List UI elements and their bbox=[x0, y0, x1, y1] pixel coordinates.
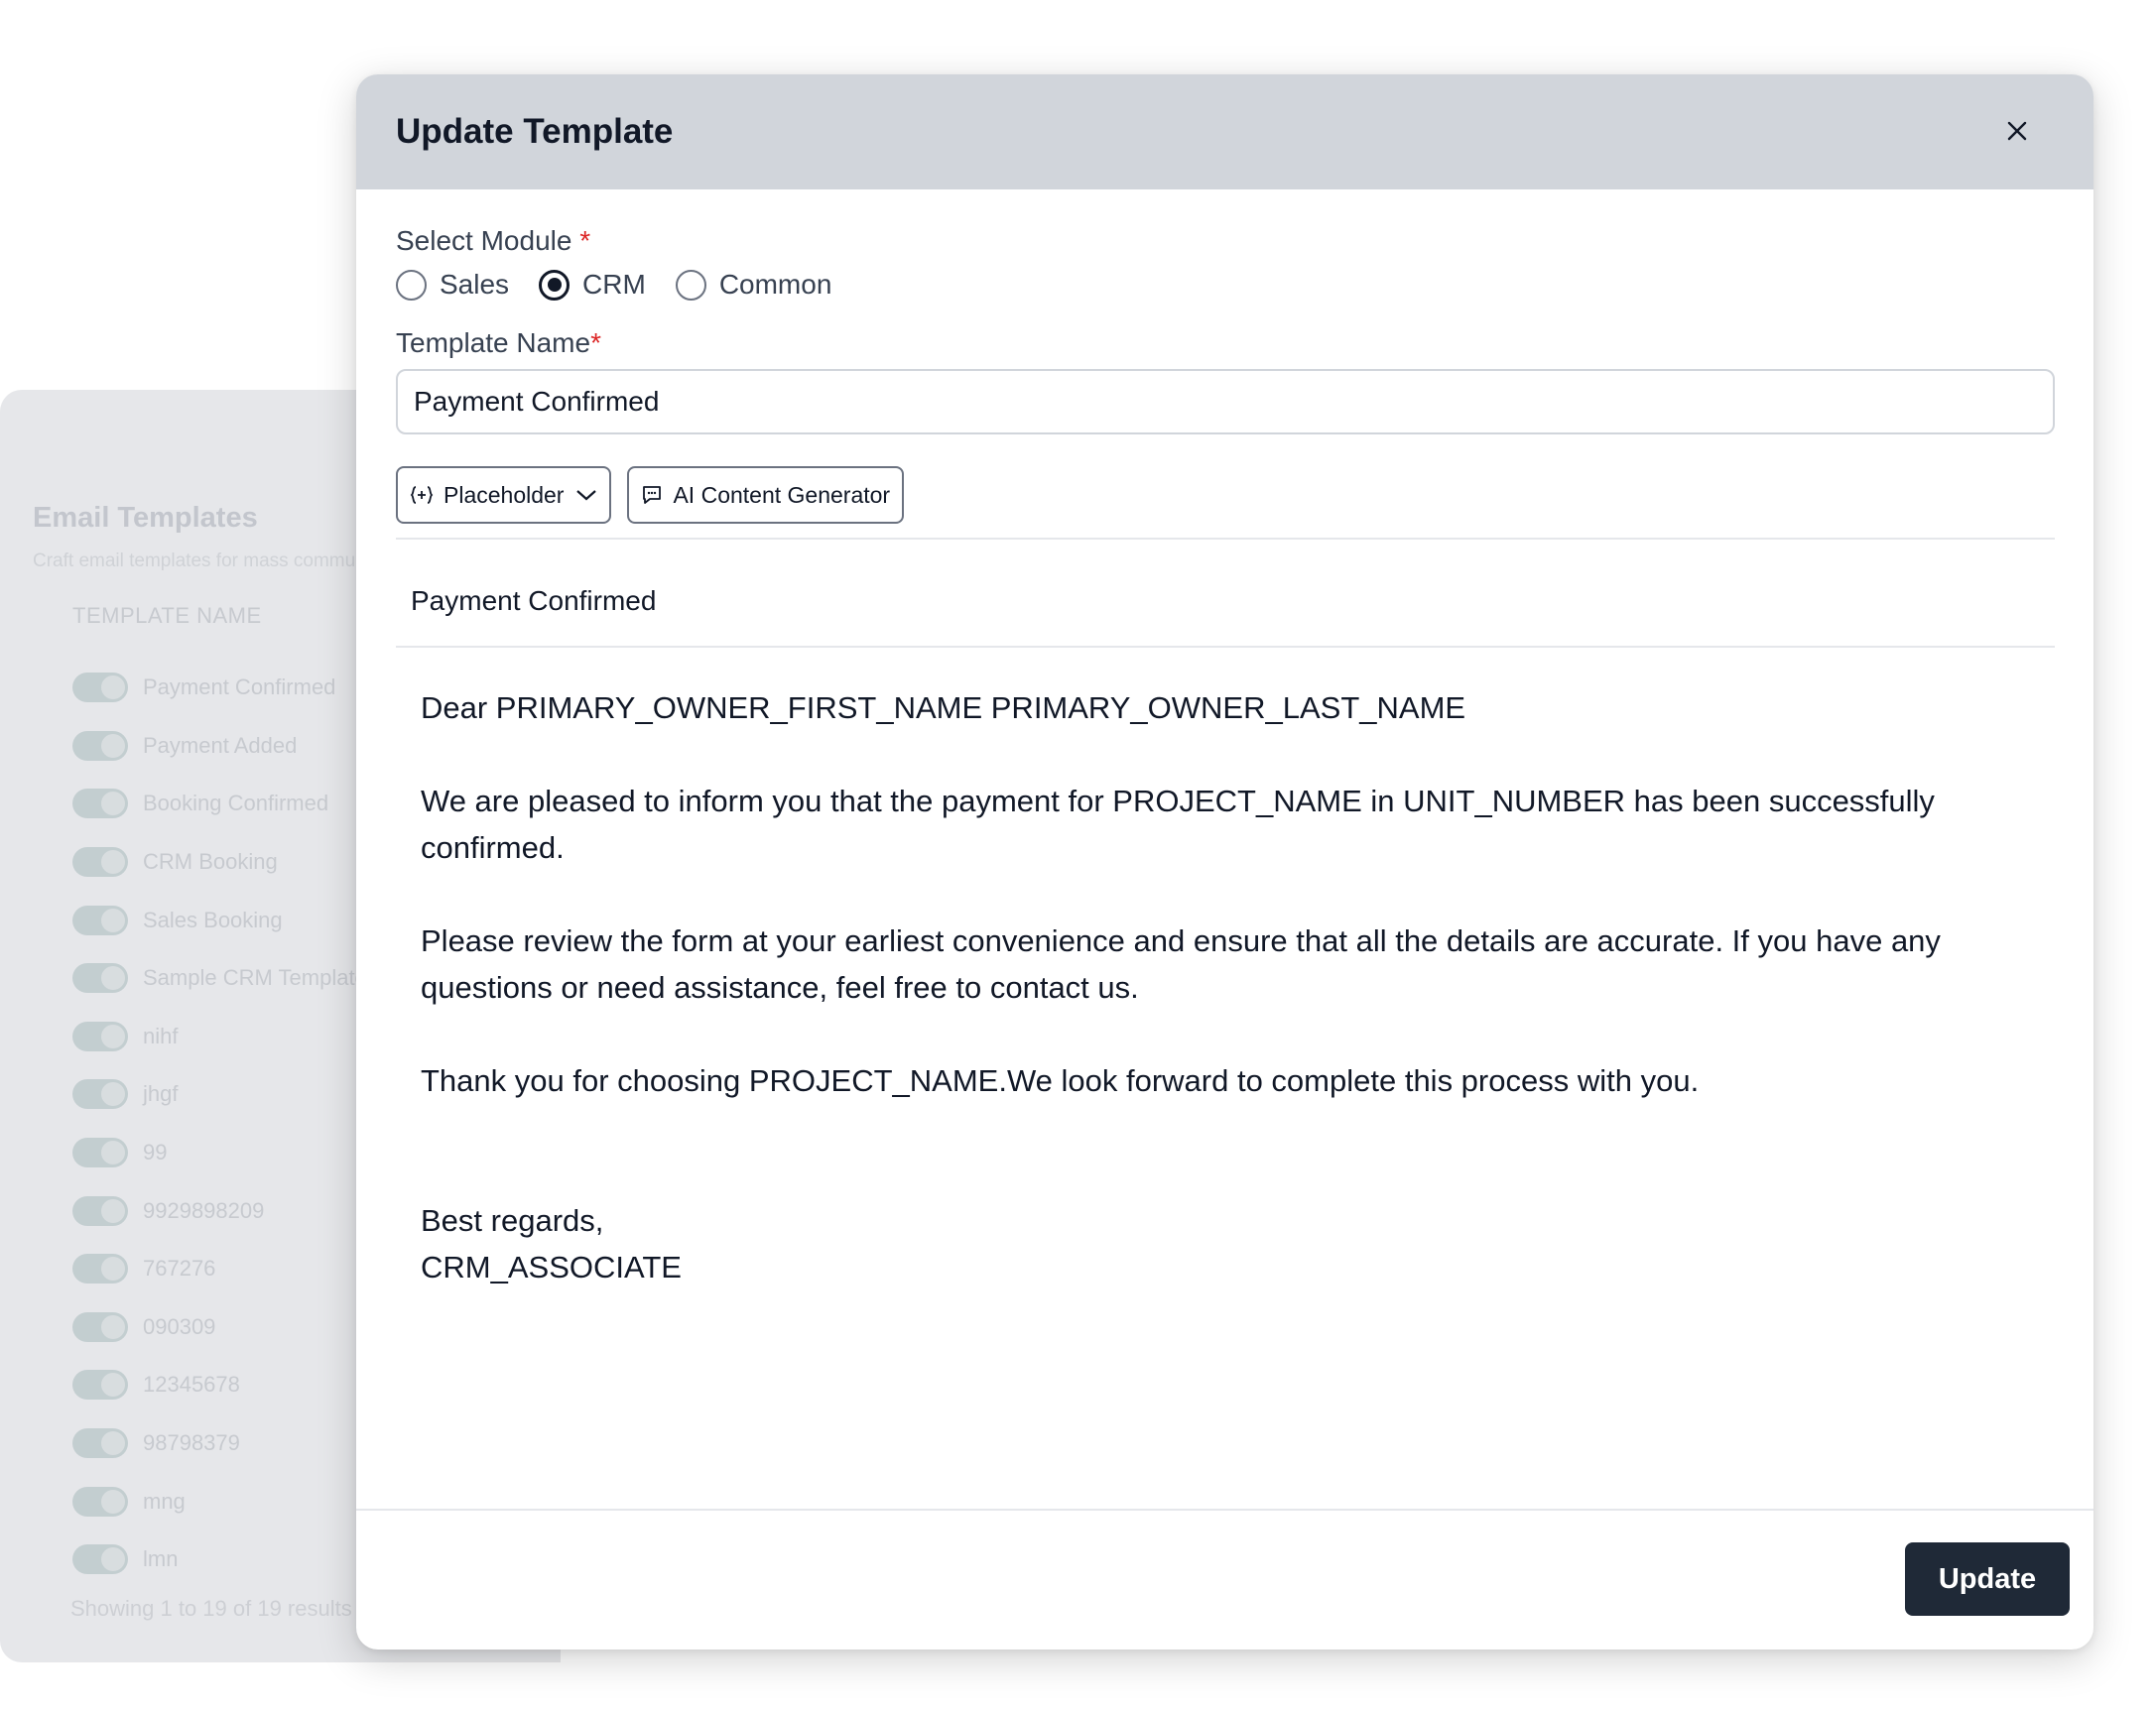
list-item-label: 9929898209 bbox=[143, 1197, 265, 1223]
chat-icon bbox=[641, 484, 663, 506]
list-item: CRM Booking bbox=[72, 833, 367, 892]
status-toggle[interactable] bbox=[72, 673, 128, 703]
body-signature: CRM_ASSOCIATE bbox=[421, 1250, 682, 1285]
list-item-label: nihf bbox=[143, 1023, 179, 1048]
radio-label: Sales bbox=[440, 269, 510, 300]
status-toggle[interactable] bbox=[72, 789, 128, 819]
footer-divider bbox=[356, 1509, 2093, 1511]
list-item: 090309 bbox=[72, 1298, 367, 1357]
list-item-label: Sales Booking bbox=[143, 907, 283, 932]
list-item-label: 767276 bbox=[143, 1256, 216, 1282]
column-header-template-name: TEMPLATE NAME bbox=[72, 603, 262, 628]
list-item-label: 99 bbox=[143, 1140, 168, 1165]
radio-button[interactable] bbox=[675, 269, 706, 301]
list-item-label: 090309 bbox=[143, 1313, 216, 1339]
list-item: Sales Booking bbox=[72, 891, 367, 949]
list-item: Sample CRM Template bbox=[72, 949, 367, 1008]
template-list: Payment Confirmed Payment Added Booking … bbox=[72, 659, 367, 1589]
status-toggle[interactable] bbox=[72, 1428, 128, 1459]
status-toggle[interactable] bbox=[72, 1138, 128, 1168]
status-toggle[interactable] bbox=[72, 1370, 128, 1401]
template-name-input[interactable]: Payment Confirmed bbox=[396, 369, 2055, 434]
body-signoff: Best regards, bbox=[421, 1203, 604, 1238]
list-item-label: jhgf bbox=[143, 1081, 179, 1107]
status-toggle[interactable] bbox=[72, 1544, 128, 1575]
status-toggle[interactable] bbox=[72, 1311, 128, 1342]
status-toggle[interactable] bbox=[72, 905, 128, 935]
update-template-modal: Update Template Select Module * Sales CR… bbox=[356, 74, 2093, 1650]
list-item: jhgf bbox=[72, 1065, 367, 1124]
modal-title: Update Template bbox=[396, 112, 674, 151]
list-item-label: Booking Confirmed bbox=[143, 791, 329, 816]
radio-label: CRM bbox=[582, 269, 646, 300]
update-button[interactable]: Update bbox=[1905, 1542, 2070, 1616]
radio-label: Common bbox=[718, 269, 832, 300]
list-item: Payment Added bbox=[72, 717, 367, 776]
pagination-summary: Showing 1 to 19 of 19 results bbox=[70, 1596, 352, 1621]
body-paragraph-3: Thank you for choosing PROJECT_NAME.We l… bbox=[421, 1063, 1700, 1098]
template-name-label: Template Name* bbox=[396, 327, 601, 359]
modal-header: Update Template bbox=[356, 74, 2093, 189]
divider bbox=[396, 646, 2055, 648]
list-item: 99 bbox=[72, 1124, 367, 1182]
list-item-label: mng bbox=[143, 1488, 186, 1514]
list-item: mng bbox=[72, 1472, 367, 1530]
placeholder-icon bbox=[410, 484, 434, 506]
body-paragraph-1: We are pleased to inform you that the pa… bbox=[421, 784, 1935, 865]
list-item: 12345678 bbox=[72, 1356, 367, 1414]
list-item: nihf bbox=[72, 1008, 367, 1066]
ai-content-generator-label: AI Content Generator bbox=[673, 481, 891, 508]
module-option-common[interactable]: Common bbox=[675, 269, 832, 301]
list-item: 98798379 bbox=[72, 1414, 367, 1473]
status-toggle[interactable] bbox=[72, 730, 128, 761]
select-module-label: Select Module * bbox=[396, 225, 590, 257]
module-radio-group: Sales CRM Common bbox=[396, 269, 861, 301]
module-option-crm[interactable]: CRM bbox=[539, 269, 646, 301]
radio-button-selected[interactable] bbox=[539, 269, 571, 301]
status-toggle[interactable] bbox=[72, 1021, 128, 1051]
placeholder-label: Placeholder bbox=[444, 481, 565, 508]
editor-toolbar: Placeholder AI Content Generator bbox=[396, 466, 920, 524]
body-greeting: Dear PRIMARY_OWNER_FIRST_NAME PRIMARY_OW… bbox=[421, 690, 1466, 725]
required-mark: * bbox=[579, 225, 591, 256]
list-item-label: Payment Confirmed bbox=[143, 674, 336, 700]
list-item-label: Sample CRM Template bbox=[143, 965, 367, 991]
close-button[interactable] bbox=[2000, 114, 2034, 148]
list-item-label: 12345678 bbox=[143, 1372, 240, 1398]
status-toggle[interactable] bbox=[72, 1195, 128, 1226]
body-paragraph-2: Please review the form at your earliest … bbox=[421, 923, 1941, 1005]
module-option-sales[interactable]: Sales bbox=[396, 269, 509, 301]
status-toggle[interactable] bbox=[72, 1079, 128, 1110]
template-name-text: Template Name bbox=[396, 327, 591, 358]
ai-content-generator-button[interactable]: AI Content Generator bbox=[627, 466, 905, 524]
close-icon bbox=[2007, 121, 2027, 141]
list-item-label: Payment Added bbox=[143, 732, 298, 758]
list-item: 767276 bbox=[72, 1240, 367, 1298]
page-title: Email Templates bbox=[33, 502, 258, 534]
list-item-label: 98798379 bbox=[143, 1430, 240, 1456]
placeholder-dropdown[interactable]: Placeholder bbox=[396, 466, 612, 524]
status-toggle[interactable] bbox=[72, 847, 128, 878]
status-toggle[interactable] bbox=[72, 1254, 128, 1285]
list-item: lmn bbox=[72, 1530, 367, 1589]
status-toggle[interactable] bbox=[72, 963, 128, 994]
status-toggle[interactable] bbox=[72, 1486, 128, 1517]
list-item: Payment Confirmed bbox=[72, 659, 367, 717]
required-mark: * bbox=[590, 327, 601, 358]
email-subject[interactable]: Payment Confirmed bbox=[411, 585, 656, 617]
email-body-editor[interactable]: Dear PRIMARY_OWNER_FIRST_NAME PRIMARY_OW… bbox=[421, 684, 2048, 1290]
select-module-text: Select Module bbox=[396, 225, 572, 256]
radio-button[interactable] bbox=[396, 269, 427, 301]
chevron-down-icon bbox=[575, 488, 597, 502]
list-item-label: lmn bbox=[143, 1546, 179, 1572]
list-item: 9929898209 bbox=[72, 1181, 367, 1240]
list-item: Booking Confirmed bbox=[72, 775, 367, 833]
list-item-label: CRM Booking bbox=[143, 849, 278, 875]
divider bbox=[396, 538, 2055, 540]
